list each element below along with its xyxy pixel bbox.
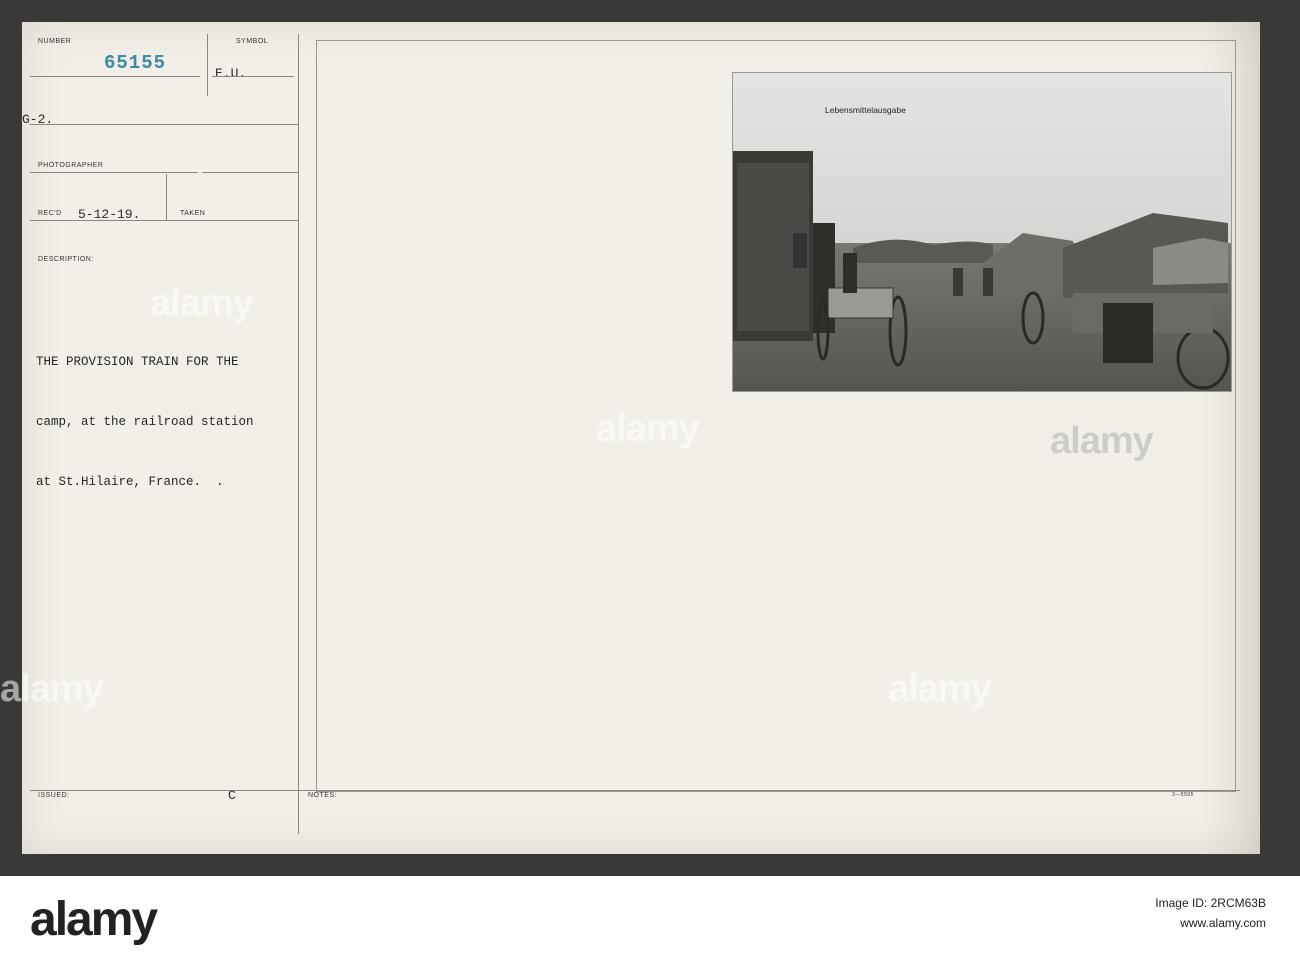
c-mark: C — [228, 788, 236, 803]
photo-caption: Lebensmittelausgabe — [825, 105, 906, 115]
divider — [207, 34, 208, 96]
divider — [30, 220, 298, 221]
symbol-label: SYMBOL — [236, 38, 269, 45]
description-label: DESCRIPTION: — [38, 256, 94, 263]
symbol-value: E.U. — [215, 66, 247, 81]
image-id: Image ID: 2RCM63B — [1155, 896, 1266, 910]
taken-label: TAKEN — [180, 210, 206, 217]
footer-logo: alamy — [30, 893, 158, 946]
record-number: 65155 — [104, 52, 167, 74]
notes-label: NOTES: — [308, 792, 338, 799]
photographer-label: PHOTOGRAPHER — [38, 162, 104, 169]
description-line: camp, at the railroad station — [36, 415, 254, 429]
description-line: at St.Hilaire, France. . — [36, 475, 224, 489]
watermark: alamy — [150, 282, 254, 324]
issued-label: ISSUED: — [38, 792, 70, 799]
divider — [30, 76, 200, 77]
footer-bar — [0, 876, 1300, 966]
divider — [166, 174, 167, 220]
watermark: alamy — [596, 408, 700, 450]
divider — [30, 124, 298, 125]
photo-scene — [733, 73, 1231, 391]
divider — [202, 172, 298, 173]
watermark: alamy — [888, 668, 992, 710]
watermark: alamy — [0, 668, 104, 710]
divider — [298, 34, 299, 834]
description-text: THE PROVISION TRAIN FOR THE camp, at the… — [36, 312, 254, 512]
divider — [212, 76, 294, 77]
number-label: NUMBER — [38, 38, 72, 45]
description-line: THE PROVISION TRAIN FOR THE — [36, 355, 239, 369]
site-url[interactable]: www.alamy.com — [1180, 916, 1266, 930]
recd-label: REC'D — [38, 210, 62, 217]
photo-provision-train: Lebensmittelausgabe — [732, 72, 1232, 392]
form-code: 3—5505 — [1172, 792, 1194, 798]
watermark: alamy — [1050, 420, 1154, 462]
divider — [30, 172, 198, 173]
